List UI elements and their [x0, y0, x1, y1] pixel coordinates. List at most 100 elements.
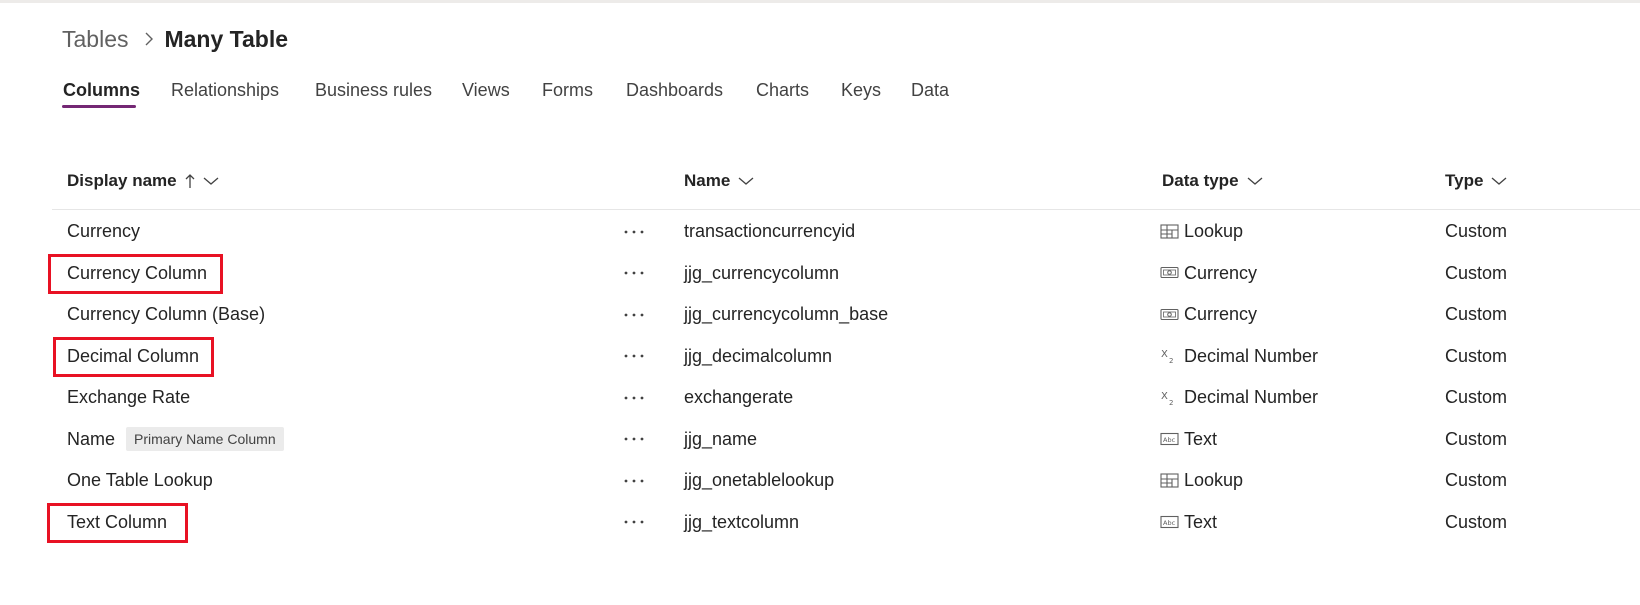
currency-icon	[1160, 264, 1180, 282]
primary-name-badge: Primary Name Column	[126, 427, 284, 451]
chevron-down-icon	[738, 176, 754, 186]
table-row[interactable]: Decimal Column jjg_decimalcolumn X 2 Decimal…	[52, 336, 1640, 377]
chevron-down-icon	[1491, 176, 1507, 186]
logical-name-cell: jjg_decimalcolumn	[684, 345, 833, 366]
more-horizontal-icon	[624, 230, 644, 233]
more-options-button[interactable]	[621, 253, 647, 294]
currency-icon	[1160, 306, 1180, 324]
type-cell: Custom	[1445, 511, 1508, 532]
display-name-cell[interactable]: Currency Column	[67, 253, 207, 294]
display-name-cell[interactable]: One Table Lookup	[67, 460, 213, 501]
data-type-cell: X 2 Decimal Number	[1160, 377, 1318, 418]
decimal-icon: X2	[1160, 347, 1180, 365]
breadcrumb-tables-link[interactable]: Tables	[62, 26, 128, 53]
data-type-cell: Lookup	[1160, 211, 1243, 252]
table-row[interactable]: Currency Column (Base) jjg_currencycolumn…	[52, 294, 1640, 335]
data-type-cell: Currency	[1160, 294, 1257, 335]
more-horizontal-icon	[624, 271, 644, 275]
column-header-name[interactable]: Name	[684, 169, 754, 193]
data-type-text: Text	[1184, 511, 1218, 532]
active-tab-indicator	[62, 105, 136, 108]
table-row[interactable]: Currency Column jjg_currencycolumn Currenc…	[52, 253, 1640, 294]
column-header-label: Type	[1445, 171, 1484, 190]
logical-name-cell: jjg_textcolumn	[684, 511, 800, 532]
svg-text:2: 2	[1169, 399, 1173, 406]
more-options-button[interactable]	[621, 336, 647, 377]
more-horizontal-icon	[624, 437, 644, 441]
lookup-icon	[1160, 223, 1180, 241]
tab-dashboards[interactable]: Dashboards	[626, 80, 723, 104]
chevron-down-icon	[203, 176, 219, 186]
svg-text:2: 2	[1169, 357, 1173, 364]
display-name-text: Currency Column (Base)	[67, 304, 266, 324]
more-horizontal-icon	[624, 479, 644, 482]
logical-name-cell: jjg_currencycolumn	[684, 262, 840, 283]
top-strip	[0, 0, 1640, 3]
more-horizontal-icon	[624, 396, 644, 399]
tab-charts[interactable]: Charts	[756, 80, 809, 104]
more-options-button[interactable]	[621, 460, 647, 501]
more-options-button[interactable]	[621, 377, 647, 418]
data-type-text: Text	[1184, 428, 1218, 449]
type-cell: Custom	[1445, 221, 1508, 241]
tab-views[interactable]: Views	[462, 80, 510, 104]
logical-name-cell: transactioncurrencyid	[684, 221, 856, 241]
tab-forms[interactable]: Forms	[542, 80, 593, 104]
display-name-cell[interactable]: Name Primary Name Column	[67, 419, 284, 460]
data-type-cell: Currency	[1160, 253, 1257, 294]
column-header-label: Data type	[1162, 171, 1239, 190]
table-row[interactable]: Currency transactioncurrencyid Lookup Custo…	[52, 211, 1640, 252]
more-options-button[interactable]	[621, 294, 647, 335]
lookup-icon	[1160, 472, 1180, 490]
display-name-cell[interactable]: Exchange Rate	[67, 377, 190, 418]
data-type-text: Lookup	[1184, 470, 1244, 490]
column-header-label: Display name	[67, 171, 177, 190]
tab-business-rules[interactable]: Business rules	[315, 80, 432, 104]
display-name-text: Decimal Column	[67, 345, 200, 366]
display-name-cell[interactable]: Currency	[67, 211, 140, 252]
type-cell: Custom	[1445, 470, 1508, 490]
column-header-label: Name	[684, 171, 731, 190]
display-name-text: Exchange Rate	[67, 387, 191, 407]
page-title: Many Table	[164, 25, 289, 52]
table-row[interactable]: Exchange Rate exchangerate X 2 Decimal Numbe…	[52, 377, 1640, 418]
chevron-right-icon	[144, 31, 154, 47]
type-cell: Custom	[1445, 304, 1508, 324]
data-type-cell: X 2 Decimal Number	[1160, 336, 1318, 377]
type-cell: Custom	[1445, 262, 1508, 283]
more-horizontal-icon	[624, 313, 644, 316]
logical-name-cell: jjg_onetablelookup	[684, 470, 835, 490]
type-cell: Custom	[1445, 345, 1508, 366]
table-row[interactable]: One Table Lookup jjg_onetablelookup Lookup…	[52, 460, 1640, 501]
display-name-cell[interactable]: Decimal Column	[67, 336, 199, 377]
more-options-button[interactable]	[621, 211, 647, 252]
column-header-type[interactable]: Type	[1445, 169, 1507, 193]
table-row[interactable]: Name Primary Name Column jjg_name Abc Text Cu…	[52, 419, 1640, 460]
display-name-text: Currency	[67, 221, 141, 241]
logical-name-cell: jjg_currencycolumn_base	[684, 304, 889, 324]
column-header-data-type[interactable]: Data type	[1162, 169, 1263, 193]
tab-relationships[interactable]: Relationships	[171, 80, 279, 104]
svg-text:Abc: Abc	[1163, 436, 1176, 444]
display-name-text: Name	[67, 428, 116, 449]
data-type-text: Lookup	[1184, 221, 1244, 241]
column-header-display-name[interactable]: Display name	[67, 169, 219, 193]
data-type-text: Decimal Number	[1184, 345, 1319, 366]
more-options-button[interactable]	[621, 502, 647, 543]
tab-columns[interactable]: Columns	[63, 80, 140, 104]
tab-data[interactable]: Data	[911, 80, 949, 104]
more-options-button[interactable]	[621, 419, 647, 460]
data-type-text: Currency	[1184, 262, 1258, 283]
tab-keys[interactable]: Keys	[841, 80, 881, 104]
display-name-text: Text Column	[67, 511, 168, 532]
data-type-text: Decimal Number	[1184, 387, 1319, 407]
breadcrumb: Tables Many Table	[62, 24, 288, 54]
chevron-down-icon	[1247, 176, 1263, 186]
table-row[interactable]: Text Column jjg_textcolumn Abc Text Custom	[52, 502, 1640, 543]
display-name-cell[interactable]: Text Column	[67, 502, 167, 543]
text-icon: Abc	[1160, 513, 1180, 531]
display-name-cell[interactable]: Currency Column (Base)	[67, 294, 265, 335]
svg-text:X: X	[1161, 391, 1168, 402]
data-type-text: Currency	[1184, 304, 1258, 324]
arrow-up-icon	[185, 173, 195, 189]
